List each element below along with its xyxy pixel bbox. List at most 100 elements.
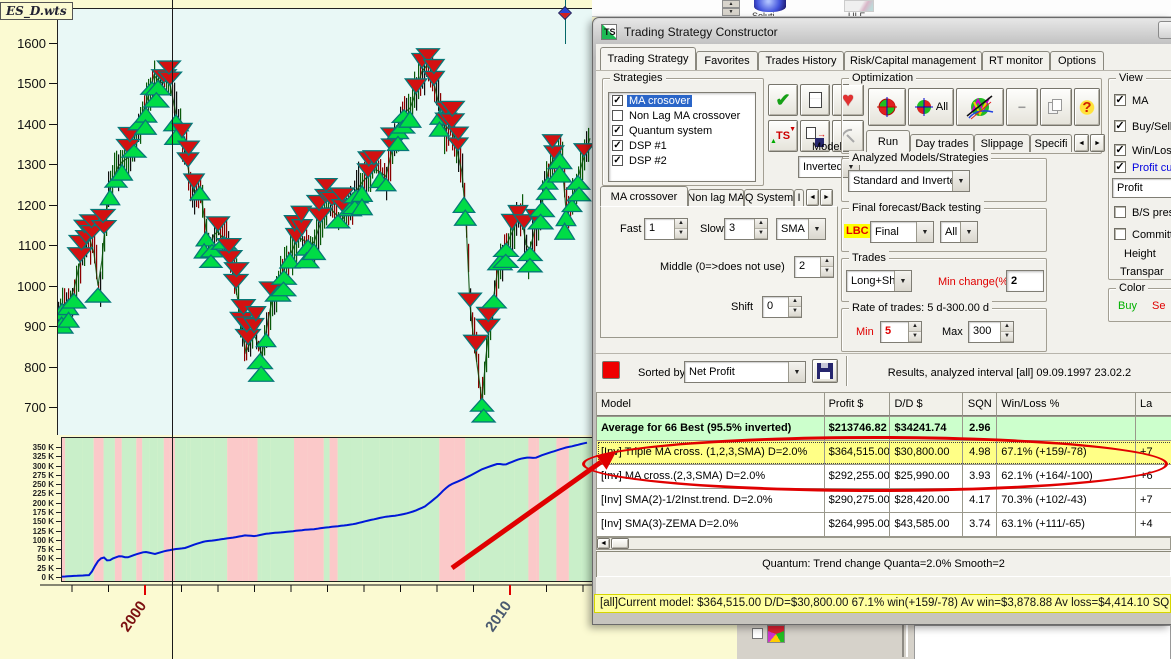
results-table[interactable]: ModelProfit $D/D $SQNWin/Loss %LaAverage… xyxy=(596,392,1171,537)
strategies-listbox[interactable]: ✓ MA crosover Non Lag MA crossover ✓ Quantum… xyxy=(608,92,756,182)
shift-spinner-buttons[interactable]: ▲▼ xyxy=(788,297,801,317)
multi-chart-button[interactable] xyxy=(956,88,1004,126)
min-change-input[interactable]: 2 xyxy=(1006,270,1044,292)
strategy-checkbox[interactable]: ✓ xyxy=(612,95,623,106)
table-header-cell[interactable]: D/D $ xyxy=(890,393,963,416)
apply-button[interactable]: ✔ xyxy=(768,84,798,116)
rate-min-spinner[interactable]: 5 ▲▼ xyxy=(880,321,922,343)
close-button[interactable] xyxy=(1158,21,1171,39)
ma-type-dropdown[interactable]: SMA ▼ xyxy=(776,218,826,240)
tab-favorites[interactable]: Favorites xyxy=(696,51,758,70)
opt-tab-specifi[interactable]: Specifi xyxy=(1030,134,1072,152)
subtab-non-lag-ma[interactable]: Non lag MA xyxy=(688,189,744,206)
table-header-cell[interactable]: SQN xyxy=(963,393,997,416)
report-button[interactable] xyxy=(800,84,830,116)
shift-spinner[interactable]: 0 ▲▼ xyxy=(762,296,802,318)
strategy-checkbox[interactable]: ✓ xyxy=(612,155,623,166)
strategy-label[interactable]: DSP #2 xyxy=(627,155,669,167)
sorted-by-dropdown[interactable]: Net Profit ▼ xyxy=(684,361,806,383)
opt-scroll-right-icon[interactable]: ► xyxy=(1090,134,1105,152)
view-checkbox-win-loss[interactable]: ✓ xyxy=(1114,144,1126,156)
opt-tab-run[interactable]: Run xyxy=(866,130,910,152)
sell-color-label[interactable]: Se xyxy=(1152,300,1165,312)
trade-direction-dropdown[interactable]: Long+Short ▼ xyxy=(846,270,912,292)
table-header-cell[interactable]: La xyxy=(1136,393,1171,416)
view-checkbox-buy-sell[interactable]: ✓ xyxy=(1114,120,1126,132)
strategy-checkbox[interactable]: ✓ xyxy=(612,125,623,136)
optimize-button[interactable] xyxy=(868,88,906,126)
table-header-cell[interactable]: Model xyxy=(597,393,825,416)
slow-spinner-buttons[interactable]: ▲▼ xyxy=(754,219,767,239)
chevron-down-icon[interactable]: ▼ xyxy=(808,219,825,239)
fast-spinner-buttons[interactable]: ▲▼ xyxy=(674,219,687,239)
stop-button[interactable] xyxy=(602,361,620,379)
tab-rt-monitor[interactable]: RT monitor xyxy=(982,51,1050,70)
table-header-cell[interactable]: Win/Loss % xyxy=(997,393,1136,416)
rate-min-spinner-buttons[interactable]: ▲▼ xyxy=(908,322,921,342)
subtab-ma-crossover[interactable]: MA crossover xyxy=(600,186,688,206)
colorful-chart-icon[interactable] xyxy=(767,625,785,643)
chevron-down-icon[interactable]: ▼ xyxy=(788,362,805,382)
strategy-item-dsp-1[interactable]: ✓ DSP #1 xyxy=(609,138,755,153)
tab-options[interactable]: Options xyxy=(1050,51,1104,70)
subtab-partial[interactable]: I xyxy=(794,189,804,206)
help-button[interactable]: ? xyxy=(1074,88,1100,126)
slow-spinner[interactable]: 3 ▲▼ xyxy=(724,218,768,240)
view-checkbox-profit-cu[interactable]: ✓ xyxy=(1114,161,1126,173)
middle-spinner[interactable]: 2 ▲▼ xyxy=(794,256,834,278)
fast-spinner[interactable]: 1 ▲▼ xyxy=(644,218,688,240)
view-checkbox-committe[interactable] xyxy=(1114,228,1126,240)
table-header-cell[interactable]: Profit $ xyxy=(825,393,891,416)
table-horizontal-scrollbar[interactable]: ◄ xyxy=(596,537,1171,550)
opt-tab-slippage[interactable]: Slippage xyxy=(974,134,1030,152)
view-checkbox-ma[interactable]: ✓ xyxy=(1114,94,1126,106)
opt-tab-day-trades[interactable]: Day trades xyxy=(910,134,974,152)
scroll-up-icon[interactable]: ▲ xyxy=(722,0,740,8)
chevron-down-icon[interactable]: ▼ xyxy=(952,171,969,191)
strategy-item-quantum-system[interactable]: ✓ Quantum system xyxy=(609,123,755,138)
table-row-inv-sma-3-zema-d-2-0[interactable]: [Inv] SMA(3)-ZEMA D=2.0%$264,995.00$43,5… xyxy=(597,513,1171,537)
tab-risk-capital-management[interactable]: Risk/Capital management xyxy=(844,51,982,70)
forecast-range-dropdown[interactable]: All ▼ xyxy=(940,221,978,243)
table-row-average[interactable]: Average for 66 Best (95.5% inverted)$213… xyxy=(597,417,1171,441)
strategy-label[interactable]: Quantum system xyxy=(627,125,714,137)
table-row-inv-triple-ma-cross-1-2-3-sma-[interactable]: [Inv] Triple MA cross. (1,2,3,SMA) D=2.0… xyxy=(597,441,1171,465)
strategy-item-non-lag-ma-crossover[interactable]: Non Lag MA crossover xyxy=(609,108,755,123)
strategy-label[interactable]: DSP #1 xyxy=(627,140,669,152)
view-checkbox-b-s-pres[interactable] xyxy=(1114,206,1126,218)
ts-strategy-button[interactable]: TS▲▼ xyxy=(768,120,798,152)
chevron-down-icon[interactable]: ▼ xyxy=(894,271,911,291)
strategy-label[interactable]: Non Lag MA crossover xyxy=(627,110,742,122)
save-results-button[interactable] xyxy=(812,359,838,383)
copy-results-button[interactable] xyxy=(1040,88,1072,126)
subtab-scroll-right-icon[interactable]: ► xyxy=(820,189,833,206)
scroll-down-icon[interactable]: ▼ xyxy=(722,8,740,16)
table-row-inv-sma-2-1-2inst-trend-d-2-0[interactable]: [Inv] SMA(2)-1/2Inst.trend. D=2.0%$290,2… xyxy=(597,489,1171,513)
optimize-all-button[interactable]: All xyxy=(908,88,954,126)
tab-trades-history[interactable]: Trades History xyxy=(758,51,844,70)
subtab-q-system[interactable]: Q System xyxy=(744,189,794,206)
opt-scroll-left-icon[interactable]: ◄ xyxy=(1074,134,1089,152)
strategy-checkbox[interactable] xyxy=(612,110,623,121)
chevron-down-icon[interactable]: ▼ xyxy=(916,222,933,242)
chart-cursor-line[interactable] xyxy=(172,0,173,659)
tab-trading-strategy[interactable]: Trading Strategy xyxy=(600,47,696,70)
background-checkbox[interactable] xyxy=(752,628,763,639)
view-profit-dropdown[interactable]: Profit xyxy=(1112,178,1171,198)
subtab-scroll-left-icon[interactable]: ◄ xyxy=(806,189,819,206)
remove-button[interactable]: − xyxy=(1006,88,1038,126)
strategy-item-ma-crosover[interactable]: ✓ MA crosover xyxy=(609,93,755,108)
analyzed-models-dropdown[interactable]: Standard and Inverted ▼ xyxy=(848,170,970,192)
rate-max-spinner[interactable]: 300 ▲▼ xyxy=(968,321,1014,343)
buy-color-label[interactable]: Buy xyxy=(1118,300,1137,312)
scrollbar-thumb[interactable] xyxy=(611,538,629,549)
table-row-inv-ma-cross-2-3-sma-d-2-0[interactable]: [Inv] MA cross.(2,3,SMA) D=2.0%$292,255.… xyxy=(597,465,1171,489)
symbol-tab[interactable]: ES_D.wts xyxy=(0,2,73,20)
scroll-left-icon[interactable]: ◄ xyxy=(597,538,610,549)
strategy-checkbox[interactable]: ✓ xyxy=(612,140,623,151)
dialog-title-bar[interactable]: TS Trading Strategy Constructor xyxy=(594,19,1171,44)
middle-spinner-buttons[interactable]: ▲▼ xyxy=(820,257,833,277)
strategy-label[interactable]: MA crosover xyxy=(627,95,692,107)
forecast-mode-dropdown[interactable]: Final ▼ xyxy=(870,221,934,243)
chevron-down-icon[interactable]: ▼ xyxy=(960,222,977,242)
